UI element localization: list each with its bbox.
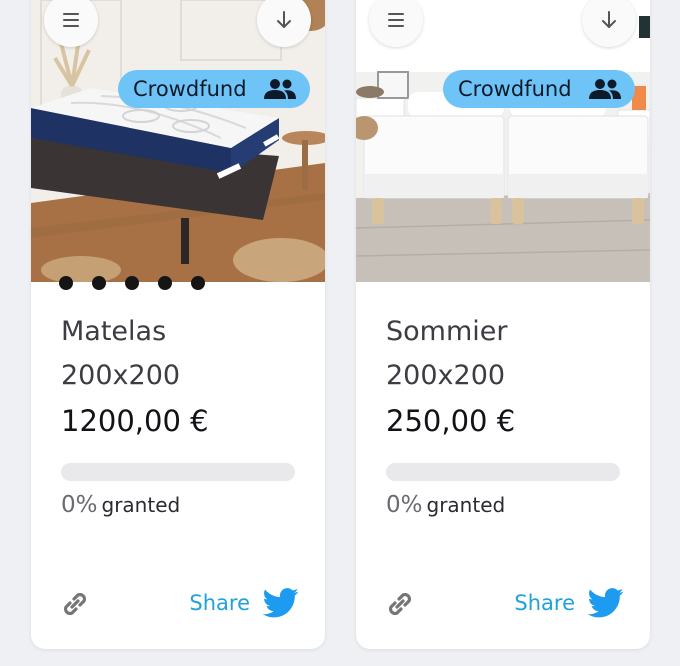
funding-status-word: granted [426, 493, 506, 517]
funding-status: 0% granted [61, 492, 180, 518]
share-button[interactable]: Share [189, 588, 299, 618]
funding-percent: 0% [61, 492, 98, 518]
product-price: 1200,00 € [61, 404, 209, 438]
menu-icon [63, 13, 79, 27]
share-label: Share [189, 591, 250, 615]
arrow-down-icon [602, 11, 616, 28]
funding-status-word: granted [101, 493, 181, 517]
share-button[interactable]: Share [514, 588, 624, 618]
image-carousel-dots[interactable] [31, 274, 325, 290]
group-icon [589, 79, 621, 99]
twitter-icon [263, 588, 299, 618]
menu-icon [388, 13, 404, 27]
carousel-dot[interactable] [125, 276, 139, 290]
arrow-down-icon [277, 11, 291, 28]
product-size: 200x200 [386, 360, 506, 391]
product-card-matelas[interactable]: Crowdfund Matelas 200x200 1200,00 € 0% gr… [31, 0, 325, 649]
carousel-dot[interactable] [191, 276, 205, 290]
carousel-dot[interactable] [158, 276, 172, 290]
product-title: Matelas [61, 316, 167, 347]
crowdfund-badge: Crowdfund [118, 70, 310, 108]
product-card-sommier[interactable]: Crowdfund Sommier 200x200 250,00 € 0% gra… [356, 0, 650, 649]
group-icon [264, 79, 296, 99]
twitter-icon [588, 588, 624, 618]
product-size: 200x200 [61, 360, 181, 391]
carousel-dot[interactable] [92, 276, 106, 290]
link-icon[interactable] [59, 588, 91, 620]
funding-progress-bar [61, 463, 295, 481]
funding-progress-bar [386, 463, 620, 481]
crowdfund-badge: Crowdfund [443, 70, 635, 108]
funding-percent: 0% [386, 492, 423, 518]
share-label: Share [514, 591, 575, 615]
funding-status: 0% granted [386, 492, 505, 518]
carousel-dot[interactable] [59, 276, 73, 290]
crowdfund-badge-label: Crowdfund [458, 77, 572, 101]
product-title: Sommier [386, 316, 508, 347]
crowdfund-badge-label: Crowdfund [133, 77, 247, 101]
link-icon[interactable] [384, 588, 416, 620]
product-price: 250,00 € [386, 404, 516, 438]
